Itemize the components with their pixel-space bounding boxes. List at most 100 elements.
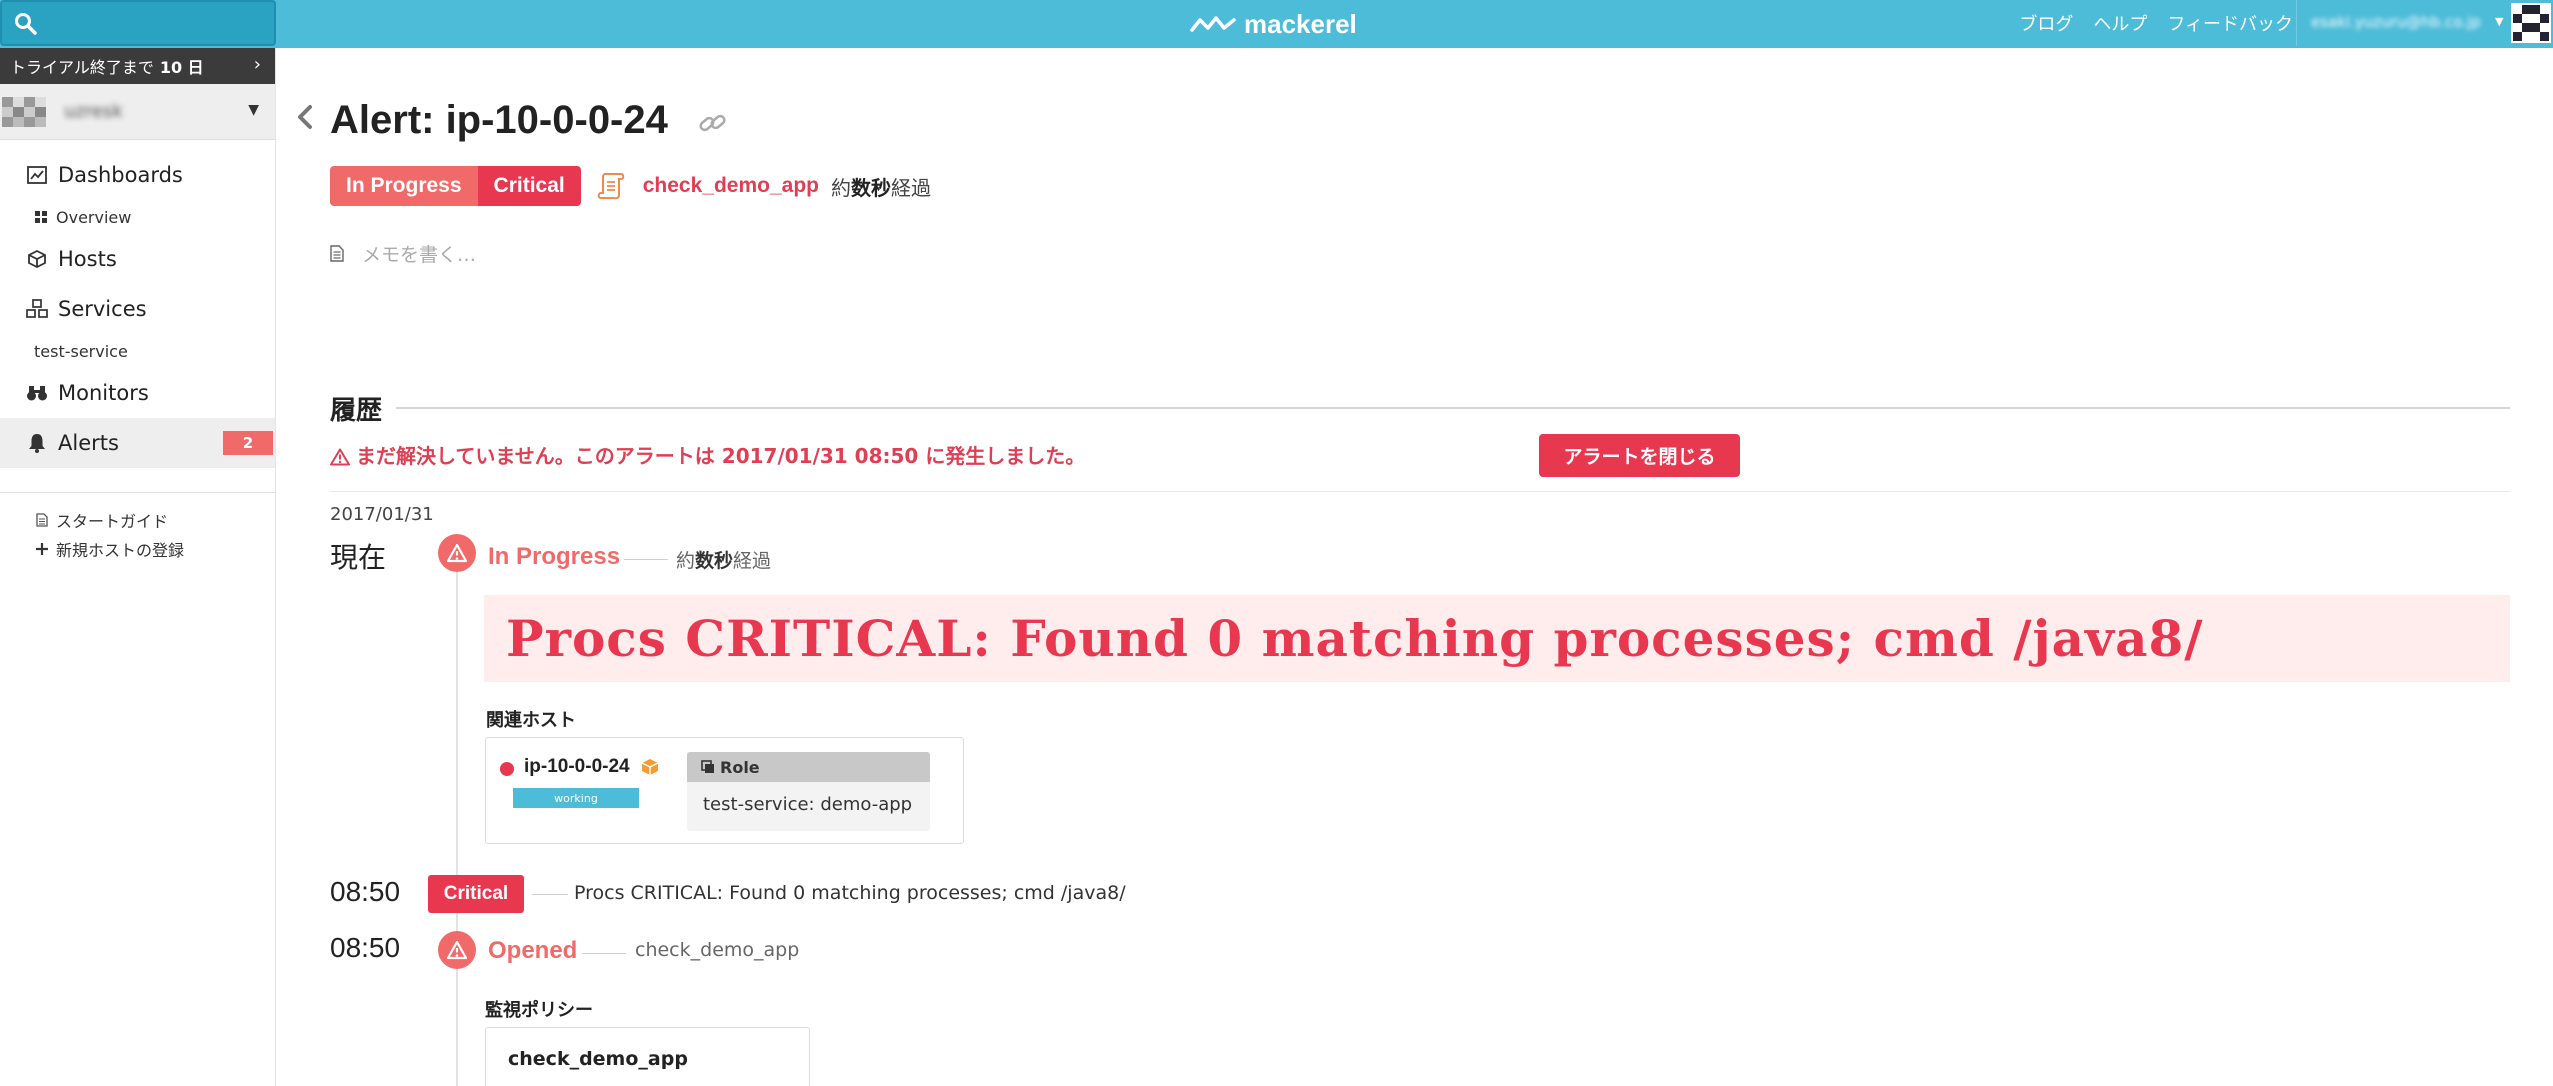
- document-icon: [330, 244, 344, 262]
- chart-icon: [26, 164, 48, 186]
- search-icon: [15, 13, 37, 35]
- sidebar: トライアル終了まで 10 日 › uzresk ▼ Dashboards Ove…: [0, 48, 276, 1086]
- role-card: Role test-service: demo-app: [687, 752, 930, 831]
- search-input[interactable]: [0, 0, 276, 46]
- opened-monitor-link[interactable]: check_demo_app: [635, 939, 799, 961]
- copy-icon: [701, 760, 715, 774]
- alert-message-box: Procs CRITICAL: Found 0 matching process…: [484, 595, 2510, 682]
- back-chevron-icon[interactable]: [296, 104, 314, 134]
- memo-field[interactable]: メモを書く…: [330, 238, 476, 268]
- sidebar-item-label: Overview: [56, 207, 132, 227]
- bell-icon: [26, 432, 48, 454]
- critical-message: Procs CRITICAL: Found 0 matching process…: [574, 882, 1126, 904]
- role-header-label: Role: [720, 757, 760, 777]
- top-links: ブログ ヘルプ フィードバック: [2019, 0, 2293, 46]
- warning-circle-icon: [438, 931, 476, 969]
- event-label-opened: Opened: [488, 937, 578, 964]
- event-label-in-progress: In Progress: [488, 543, 621, 570]
- sidebar-item-label: Services: [58, 297, 147, 321]
- elapsed-value: 数秒: [695, 550, 734, 572]
- sidebar-item-label: test-service: [34, 341, 128, 361]
- brand-name: mackerel: [1244, 8, 1357, 39]
- sidebar-item-services[interactable]: Services: [0, 284, 275, 334]
- monitor-link[interactable]: check_demo_app: [643, 174, 819, 198]
- cubes-icon: [26, 298, 48, 320]
- sidebar-item-label: Hosts: [58, 247, 117, 271]
- event-time-critical: 08:50: [330, 876, 401, 907]
- host-card[interactable]: ip-10-0-0-24 working Role test-service: …: [485, 737, 964, 844]
- org-switcher[interactable]: uzresk ▼: [0, 84, 275, 140]
- plus-icon: [34, 541, 50, 557]
- grid-icon: [34, 210, 48, 224]
- register-host-label: 新規ホストの登録: [56, 540, 185, 560]
- event-connector: [582, 953, 626, 954]
- sidebar-divider: [0, 492, 275, 493]
- trial-banner[interactable]: トライアル終了まで 10 日 ›: [0, 48, 275, 84]
- history-header: 履歴: [330, 390, 2510, 426]
- warning-divider: [330, 491, 2510, 492]
- caret-down-icon: ▼: [248, 102, 259, 118]
- cube-icon: [26, 248, 48, 270]
- permalink-icon[interactable]: [698, 110, 728, 140]
- org-avatar: [2, 97, 46, 127]
- sidebar-item-monitors[interactable]: Monitors: [0, 368, 275, 418]
- sidebar-nav: Dashboards Overview Hosts Services test-…: [0, 140, 275, 468]
- alerts-count-badge: 2: [223, 431, 273, 455]
- policy-label: 監視ポリシー: [485, 1000, 593, 1021]
- help-link[interactable]: ヘルプ: [2093, 10, 2147, 36]
- caret-down-icon: ▼: [2495, 15, 2504, 28]
- host-name-link[interactable]: ip-10-0-0-24: [524, 756, 630, 778]
- page-title: Alert: ip-10-0-0-24: [330, 98, 668, 142]
- sidebar-item-test-service[interactable]: test-service: [0, 334, 275, 368]
- mackerel-logo-icon: [1190, 16, 1236, 32]
- warning-date: 2017/01/31 08:50: [721, 443, 919, 468]
- role-name[interactable]: test-service: demo-app: [687, 782, 930, 815]
- elapsed-prefix: 約: [831, 175, 851, 200]
- event-time-opened: 08:50: [330, 932, 401, 963]
- document-icon: [34, 512, 50, 528]
- event-time-now: 現在: [330, 542, 387, 573]
- history-title: 履歴: [330, 395, 383, 426]
- related-hosts-label: 関連ホスト: [486, 710, 576, 731]
- elapsed-prefix: 約: [676, 550, 696, 572]
- memo-placeholder: メモを書く…: [362, 243, 477, 266]
- sidebar-item-alerts[interactable]: Alerts 2: [0, 418, 275, 468]
- warning-text: まだ解決していません。このアラートは 2017/01/31 08:50 に発生し…: [330, 440, 1085, 469]
- register-host-link[interactable]: 新規ホストの登録: [0, 534, 275, 563]
- elapsed-suffix: 経過: [891, 175, 931, 200]
- sidebar-item-dashboards[interactable]: Dashboards: [0, 150, 275, 200]
- avatar[interactable]: [2511, 3, 2551, 43]
- close-alert-button[interactable]: アラートを閉じる: [1539, 434, 1740, 477]
- elapsed-suffix: 経過: [733, 550, 772, 572]
- feedback-link[interactable]: フィードバック: [2167, 10, 2293, 36]
- trial-days: 10 日: [159, 58, 204, 77]
- elapsed-time: 約数秒経過: [831, 172, 931, 201]
- brand-logo[interactable]: mackerel: [1190, 6, 1357, 42]
- warning-message: まだ解決していません。このアラートは: [356, 443, 715, 468]
- package-icon: [641, 758, 659, 780]
- start-guide-link[interactable]: スタートガイド: [0, 505, 275, 534]
- user-email: esaki.yuzuru@hb.co.jp: [2311, 13, 2481, 31]
- event-elapsed: 約数秒経過: [676, 546, 771, 573]
- user-menu[interactable]: esaki.yuzuru@hb.co.jp ▼: [2296, 0, 2553, 46]
- trial-text: トライアル終了まで: [10, 58, 154, 77]
- org-name: uzresk: [64, 101, 123, 122]
- event-connector: [532, 894, 568, 895]
- severity-badge: Critical: [477, 166, 581, 206]
- sidebar-item-overview[interactable]: Overview: [0, 200, 275, 234]
- critical-badge: Critical: [428, 875, 524, 913]
- scroll-icon: [597, 171, 627, 201]
- elapsed-value: 数秒: [851, 175, 891, 200]
- host-status-badge: working: [513, 788, 639, 808]
- sidebar-item-hosts[interactable]: Hosts: [0, 234, 275, 284]
- binoculars-icon: [26, 382, 48, 404]
- sidebar-item-label: Monitors: [58, 381, 149, 405]
- warning-circle-icon: [438, 534, 476, 572]
- policy-card[interactable]: check_demo_app: [485, 1027, 810, 1086]
- start-guide-label: スタートガイド: [56, 511, 169, 531]
- status-badge: In Progress: [330, 166, 478, 206]
- warning-triangle-icon: [330, 448, 350, 466]
- blog-link[interactable]: ブログ: [2019, 10, 2073, 36]
- role-header: Role: [687, 752, 930, 782]
- timeline-line: [456, 568, 458, 1086]
